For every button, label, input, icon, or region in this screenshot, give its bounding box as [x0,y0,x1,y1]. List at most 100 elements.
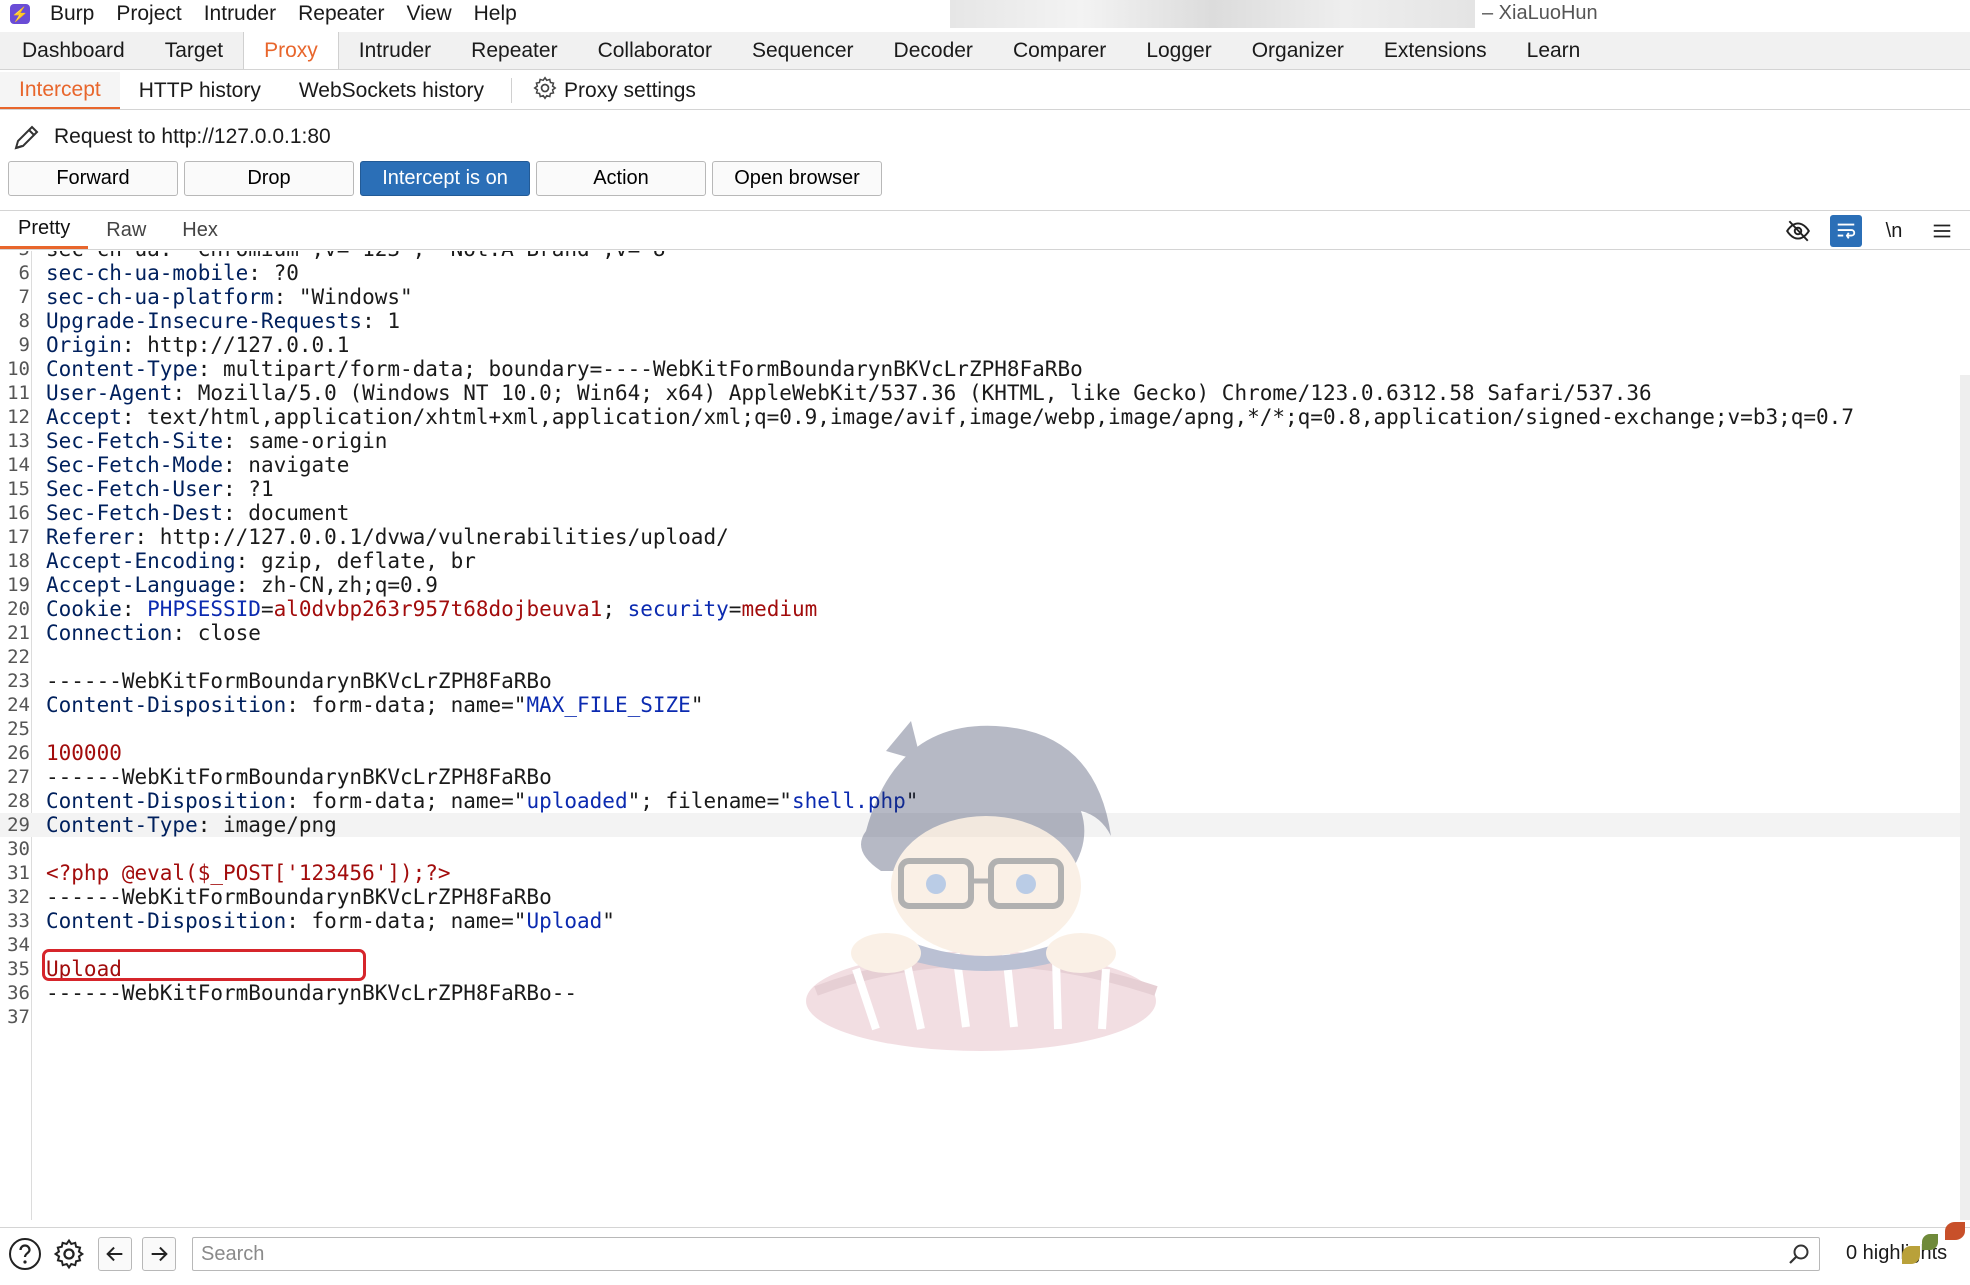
hamburger-menu-icon[interactable] [1926,215,1958,247]
previous-match-button[interactable] [98,1237,132,1271]
line-text: Content-Disposition: form-data; name="up… [46,789,918,813]
menu-burp[interactable]: Burp [50,2,94,26]
code-line[interactable]: 15 Sec-Fetch-User: ?1 [0,477,1960,501]
proxy-settings-label: Proxy settings [564,78,696,102]
highlighted-content-type-box [42,949,366,981]
code-line[interactable]: 5 sec-ch-ua: "Chromium";v="123", "Not:A-B… [0,251,1960,261]
code-token: ------WebKitFormBoundarynBKVcLrZPH8FaRBo… [46,981,578,1005]
code-token: MAX_FILE_SIZE [526,693,691,717]
tab-decoder[interactable]: Decoder [874,32,993,69]
eye-slash-icon[interactable] [1782,215,1814,247]
arrow-right-icon [151,1246,168,1262]
code-token: Sec-Fetch-Dest [46,501,224,525]
next-match-button[interactable] [142,1237,176,1271]
code-line[interactable]: 21 Connection: close [0,621,1960,645]
tab-organizer[interactable]: Organizer [1232,32,1364,69]
code-line[interactable]: 11 User-Agent: Mozilla/5.0 (Windows NT 10… [0,381,1960,405]
code-line[interactable]: 8 Upgrade-Insecure-Requests: 1 [0,309,1960,333]
code-line[interactable]: 23 ------WebKitFormBoundarynBKVcLrZPH8FaR… [0,669,1960,693]
search-input[interactable] [193,1238,1773,1270]
code-line[interactable]: 9 Origin: http://127.0.0.1 [0,333,1960,357]
wrap-text-icon[interactable] [1830,215,1862,247]
code-line[interactable]: 22 [0,645,1960,669]
code-token: security [627,597,729,621]
code-line[interactable]: 7 sec-ch-ua-platform: "Windows" [0,285,1960,309]
tab-raw[interactable]: Raw [88,211,164,249]
action-button[interactable]: Action [536,161,706,196]
request-editor[interactable]: 5 sec-ch-ua: "Chromium";v="123", "Not:A-B… [0,251,1960,1220]
proxy-sub-tab-bar: Intercept HTTP history WebSockets histor… [0,72,1970,110]
menu-view[interactable]: View [406,2,451,26]
code-token: : http://127.0.0.1 [121,333,350,357]
window-user-label: – XiaLuoHun [1482,2,1598,24]
line-text: sec-ch-ua-platform: "Windows" [46,285,413,309]
code-token: = [728,597,742,621]
line-number: 11 [7,382,30,404]
code-token: Accept [46,405,122,429]
code-line[interactable]: 10 Content-Type: multipart/form-data; bou… [0,357,1960,381]
search-field[interactable] [192,1237,1820,1271]
code-line[interactable]: 16 Sec-Fetch-Dest: document [0,501,1960,525]
tab-learn[interactable]: Learn [1507,32,1601,69]
gear-icon [532,75,558,107]
tab-comparer[interactable]: Comparer [993,32,1126,69]
line-number: 10 [7,358,30,380]
code-line[interactable]: 19 Accept-Language: zh-CN,zh;q=0.9 [0,573,1960,597]
tab-pretty[interactable]: Pretty [0,211,89,249]
menu-help[interactable]: Help [474,2,517,26]
request-title: Request to http://127.0.0.1:80 [54,125,331,148]
drop-button[interactable]: Drop [184,161,354,196]
settings-gear-icon[interactable] [52,1237,86,1271]
forward-button[interactable]: Forward [8,161,178,196]
tab-extensions[interactable]: Extensions [1364,32,1507,69]
tab-logger[interactable]: Logger [1126,32,1231,69]
tab-websockets-history[interactable]: WebSockets history [280,72,503,109]
code-token: ------WebKitFormBoundarynBKVcLrZPH8FaRBo [46,885,552,909]
line-number: 33 [7,910,30,932]
line-text: ------WebKitFormBoundarynBKVcLrZPH8FaRBo [46,885,552,909]
line-number: 25 [7,718,30,740]
code-line[interactable]: 6 sec-ch-ua-mobile: ?0 [0,261,1960,285]
title-bar: ⚡ Burp Project Intruder Repeater View He… [0,0,1970,28]
code-line[interactable]: 13 Sec-Fetch-Site: same-origin [0,429,1960,453]
code-line[interactable]: 12 Accept: text/html,application/xhtml+xm… [0,405,1960,429]
pencil-icon [10,120,44,154]
code-line[interactable]: 18 Accept-Encoding: gzip, deflate, br [0,549,1960,573]
line-number: 29 [7,814,30,836]
line-number: 28 [7,790,30,812]
proxy-settings-button[interactable]: Proxy settings [524,72,704,109]
menu-intruder[interactable]: Intruder [204,2,276,26]
search-icon[interactable] [1787,1242,1811,1271]
tab-proxy[interactable]: Proxy [243,32,339,69]
line-number: 16 [7,502,30,524]
code-token: Origin [46,333,122,357]
open-browser-button[interactable]: Open browser [712,161,882,196]
code-line[interactable]: 24 Content-Disposition: form-data; name="… [0,693,1960,717]
code-line[interactable]: 17 Referer: http://127.0.0.1/dvwa/vulnera… [0,525,1960,549]
help-icon[interactable] [8,1237,42,1271]
intercept-toggle-button[interactable]: Intercept is on [360,161,530,196]
tab-http-history[interactable]: HTTP history [120,72,280,109]
code-token: Content-Type [46,357,198,381]
code-token: Upgrade-Insecure-Requests [46,309,363,333]
tab-repeater[interactable]: Repeater [451,32,577,69]
tab-hex[interactable]: Hex [164,211,236,249]
line-text: Sec-Fetch-Site: same-origin [46,429,387,453]
line-number: 5 [0,251,30,261]
code-line[interactable]: 20 Cookie: PHPSESSID=al0dvbp263r957t68doj… [0,597,1960,621]
tab-target[interactable]: Target [145,32,243,69]
tab-sequencer[interactable]: Sequencer [732,32,874,69]
code-token: 100000 [46,741,122,765]
tab-collaborator[interactable]: Collaborator [578,32,732,69]
code-token: Content-Disposition [46,909,287,933]
vertical-scrollbar[interactable] [1960,375,1970,1220]
code-line[interactable]: 14 Sec-Fetch-Mode: navigate [0,453,1960,477]
arrow-left-icon [106,1246,123,1262]
menu-repeater[interactable]: Repeater [298,2,384,26]
code-token: sec-ch-ua-mobile [46,261,249,285]
tab-dashboard[interactable]: Dashboard [2,32,145,69]
menu-project[interactable]: Project [116,2,181,26]
newline-toggle[interactable]: \n [1878,215,1910,247]
tab-intruder[interactable]: Intruder [339,32,451,69]
tab-intercept[interactable]: Intercept [0,72,120,109]
